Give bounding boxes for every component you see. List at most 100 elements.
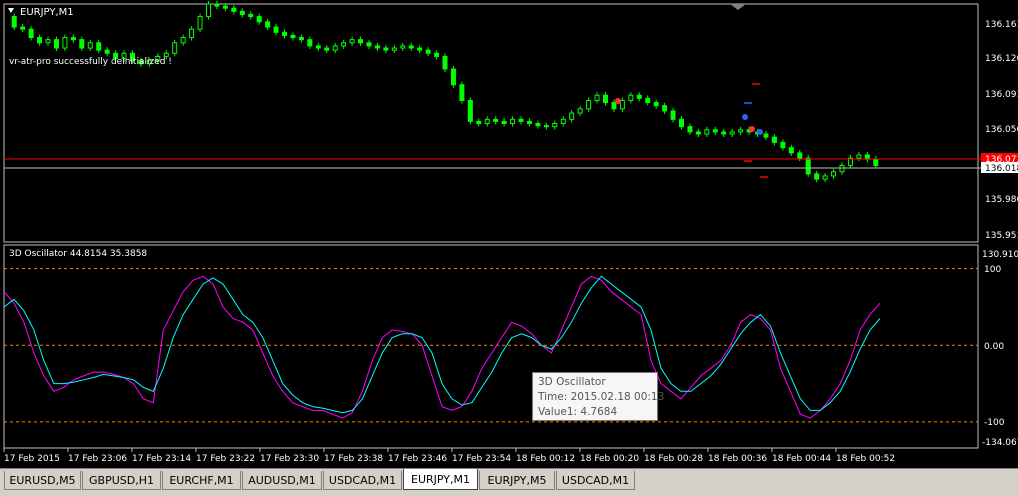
- candle-body: [510, 118, 516, 125]
- candle-body: [645, 97, 651, 104]
- candle-body: [205, 3, 211, 18]
- candle-body: [222, 5, 228, 9]
- candle-body: [62, 37, 68, 49]
- candle-body: [79, 39, 85, 49]
- price-label: 136.161: [985, 20, 1018, 30]
- time-axis-label: 17 Feb 23:06: [68, 454, 127, 464]
- candle-body: [721, 131, 727, 135]
- candle-body: [831, 171, 837, 177]
- candle-body: [53, 39, 59, 49]
- candle-body: [704, 129, 710, 135]
- candle-body: [239, 10, 245, 15]
- candle-body: [417, 47, 423, 51]
- chart-canvas[interactable]: EURJPY,M1 vr-atr-pro successfully deinit…: [0, 0, 1018, 468]
- candle-body: [197, 16, 203, 30]
- candle-body: [172, 42, 178, 54]
- tab-eurchf-m1[interactable]: EURCHF,M1: [162, 471, 241, 490]
- candle-body: [586, 99, 592, 110]
- candle-body: [738, 129, 744, 133]
- candle-body: [670, 110, 676, 120]
- candle-body: [96, 42, 102, 51]
- candle-body: [450, 68, 456, 86]
- osc-level-label: -134.067: [982, 438, 1018, 448]
- candle-body: [298, 37, 304, 41]
- candle-body: [594, 94, 600, 101]
- candle-body: [163, 52, 169, 57]
- candle-body: [619, 99, 625, 110]
- candle-body: [265, 21, 271, 28]
- candle-body: [282, 31, 288, 36]
- candle-body: [391, 47, 397, 51]
- candle-body: [653, 102, 659, 107]
- price-label: 136.126: [985, 54, 1018, 64]
- tooltip-value: Value1: 4.7684: [538, 406, 618, 418]
- indicator-message: vr-atr-pro successfully deinitialized !: [9, 57, 172, 67]
- tab-usdcad-m1[interactable]: USDCAD,M1: [323, 471, 402, 490]
- candle-body: [636, 94, 642, 99]
- time-axis-label: 17 Feb 23:46: [388, 454, 447, 464]
- candle-body: [763, 133, 769, 138]
- candle-body: [180, 37, 186, 44]
- osc-level-label: -100: [984, 418, 1005, 428]
- tab-eurjpy-m5[interactable]: EURJPY,M5: [479, 471, 555, 490]
- oscillator-title: 3D Oscillator 44.8154 35.3858: [9, 249, 147, 259]
- chart-tabs-bar: EURUSD,M5 GBPUSD,H1 EURCHF,M1 AUDUSD,M1 …: [0, 468, 1018, 496]
- candle-body: [856, 154, 862, 159]
- candle-body: [543, 125, 549, 128]
- candle-body: [535, 123, 541, 127]
- candle-body: [839, 164, 845, 173]
- candle-body: [383, 47, 389, 51]
- tab-gbpusd-h1[interactable]: GBPUSD,H1: [82, 471, 161, 490]
- candle-body: [408, 45, 414, 49]
- tab-audusd-m1[interactable]: AUDUSD,M1: [242, 471, 322, 490]
- candle-body: [366, 42, 372, 47]
- time-axis-label: 17 Feb 23:14: [132, 454, 191, 464]
- terminal-chart-window: EURJPY,M1 vr-atr-pro successfully deinit…: [0, 0, 1018, 496]
- main-chart-frame: [3, 3, 979, 243]
- candle-body: [189, 28, 195, 39]
- candle-body: [332, 45, 338, 51]
- oscillator-frame: [3, 244, 979, 449]
- candle-body: [28, 28, 34, 39]
- candle-body: [45, 39, 51, 44]
- sell-marker-icon: [615, 98, 621, 104]
- time-axis-label: 18 Feb 00:44: [772, 454, 831, 464]
- time-axis-label: 18 Feb 00:20: [580, 454, 639, 464]
- candle-body: [11, 16, 17, 28]
- candle-body: [349, 39, 355, 44]
- candle-body: [459, 84, 465, 101]
- candle-body: [822, 175, 828, 180]
- tab-eurusd-m5[interactable]: EURUSD,M5: [4, 471, 81, 490]
- candle-body: [256, 16, 262, 23]
- oscillator-tooltip: 3D Oscillator Time: 2015.02.18 00:13 Val…: [532, 372, 664, 421]
- tab-usdcad-m1-2[interactable]: USDCAD,M1: [556, 471, 635, 490]
- time-axis-label: 17 Feb 23:30: [260, 454, 319, 464]
- osc-level-label: 100: [984, 265, 1001, 275]
- candle-body: [501, 120, 507, 125]
- sell-marker-icon: [749, 126, 755, 132]
- candle-body: [695, 131, 701, 135]
- time-axis-label: 18 Feb 00:36: [708, 454, 767, 464]
- candle-body: [434, 52, 440, 57]
- candle-body: [315, 45, 321, 49]
- candle-body: [873, 158, 879, 166]
- time-axis-label: 18 Feb 00:28: [644, 454, 703, 464]
- time-axis-label: 17 Feb 2015: [4, 454, 60, 464]
- time-axis-label: 17 Feb 23:22: [196, 454, 255, 464]
- candle-body: [341, 42, 347, 47]
- candle-body: [484, 118, 490, 125]
- time-axis-label: 17 Feb 23:54: [452, 454, 511, 464]
- candle-body: [560, 118, 566, 125]
- candle-body: [493, 118, 499, 122]
- candle-body: [687, 126, 693, 133]
- candle-body: [788, 147, 794, 154]
- ask-price-label: 136.018: [985, 164, 1018, 174]
- tab-eurjpy-m1[interactable]: EURJPY,M1: [403, 469, 478, 490]
- candle-body: [248, 13, 254, 18]
- main-chart-title: EURJPY,M1: [20, 7, 74, 18]
- buy-marker-icon: [757, 129, 763, 135]
- candle-body: [358, 39, 364, 44]
- candle-body: [290, 34, 296, 39]
- candle-body: [467, 99, 473, 122]
- candle-body: [805, 157, 811, 175]
